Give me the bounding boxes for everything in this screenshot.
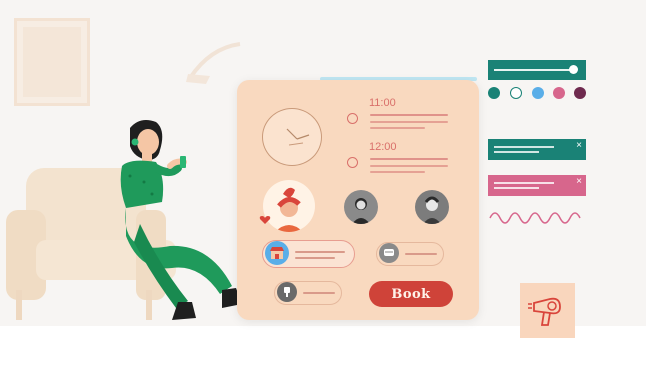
slider-track	[494, 69, 574, 71]
shop-awning-icon	[265, 241, 289, 265]
service-option-hair-tool[interactable]	[274, 281, 342, 305]
close-icon[interactable]: ×	[576, 176, 582, 187]
color-swatch-plum[interactable]	[574, 87, 586, 99]
time-slot-line	[370, 165, 448, 167]
clock-icon	[262, 108, 322, 166]
service-line	[295, 257, 335, 259]
heart-icon	[259, 216, 271, 224]
color-swatch-white[interactable]	[510, 87, 522, 99]
stylist-avatar-2[interactable]	[344, 190, 378, 224]
time-slot-line	[370, 121, 448, 123]
color-swatch-blue[interactable]	[532, 87, 544, 99]
time-slot-radio-1[interactable]	[347, 113, 358, 124]
slider-widget	[488, 60, 586, 80]
book-button[interactable]: Book	[369, 281, 453, 307]
service-line	[295, 251, 345, 253]
teal-message-bar: ×	[488, 139, 586, 160]
time-slot-line	[370, 114, 448, 116]
time-slot-line	[370, 158, 448, 160]
bar-line	[494, 187, 539, 189]
woman-illustration	[120, 120, 242, 320]
wall-picture-frame	[14, 18, 90, 106]
color-swatch-teal[interactable]	[488, 87, 500, 99]
time-slot-label-1: 11:00	[369, 97, 396, 109]
service-line	[303, 292, 335, 294]
time-slot-line	[370, 127, 425, 129]
time-slot-line	[370, 171, 425, 173]
time-slot-radio-2[interactable]	[347, 157, 358, 168]
bar-line	[494, 146, 554, 148]
service-option-salon[interactable]	[262, 240, 355, 268]
pink-message-bar: ×	[488, 175, 586, 196]
hair-tool-icon	[277, 282, 297, 302]
stylist-avatar-3[interactable]	[415, 190, 449, 224]
slider-handle[interactable]	[569, 65, 578, 74]
service-line	[405, 253, 437, 255]
bar-line	[494, 151, 539, 153]
service-option-mirror[interactable]	[376, 242, 444, 266]
bar-line	[494, 182, 554, 184]
mirror-icon	[379, 243, 399, 263]
color-swatch-pink[interactable]	[553, 87, 565, 99]
time-slot-label-2: 12:00	[369, 141, 397, 153]
hair-dryer-icon	[528, 297, 561, 326]
hair-dryer-tile	[520, 283, 575, 338]
wave-decoration	[489, 212, 581, 224]
close-icon[interactable]: ×	[576, 140, 582, 151]
